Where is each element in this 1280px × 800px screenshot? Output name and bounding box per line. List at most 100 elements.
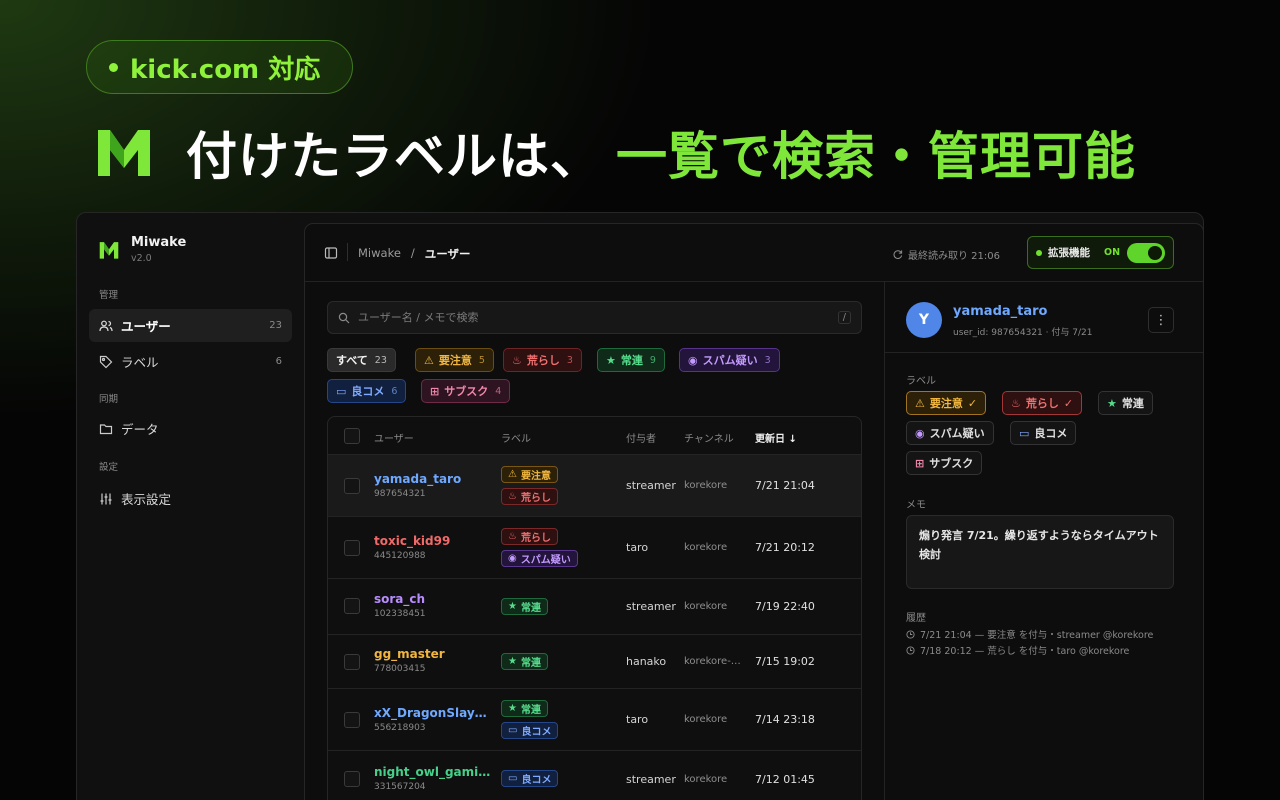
filter-spam[interactable]: ◉ スパム疑い 3 — [679, 348, 780, 372]
gift-icon: ⊞ — [430, 384, 440, 398]
detail-history-title: 履歴 — [906, 613, 926, 624]
last-read-status: 最終読み取り 21:06 — [892, 247, 1000, 262]
row-giver: streamer — [626, 773, 676, 786]
extension-status-dot — [1036, 249, 1042, 256]
filter-rough[interactable]: ♨ 荒らし 3 — [503, 348, 582, 372]
sidebar-item-users[interactable]: ユーザー 23 — [89, 309, 292, 342]
filter-label: 良コメ — [351, 385, 385, 398]
label-tag-text: スパム疑い — [520, 555, 571, 566]
row-date: 7/21 21:04 — [755, 479, 815, 492]
detail-label-good-comment[interactable]: ▭ 良コメ — [1010, 421, 1077, 445]
column-channel[interactable]: チャンネル — [684, 430, 734, 445]
history-item: 7/21 21:04 — 要注意 を付与・streamer @korekore — [906, 627, 1153, 641]
detail-label-regular[interactable]: ★ 常連 — [1098, 391, 1153, 415]
eye-icon: ◉ — [508, 553, 517, 564]
row-date: 7/19 22:40 — [755, 600, 815, 613]
detail-label-text: スパム疑い — [929, 427, 985, 440]
filter-label: サブスク — [444, 385, 489, 398]
row-user-id: 445120988 — [374, 551, 426, 561]
table-header: ユーザー ラベル 付与者 チャンネル 更新日 ↓ — [328, 417, 861, 455]
row-checkbox[interactable] — [344, 598, 360, 614]
sidebar-item-display-settings[interactable]: 表示設定 — [89, 482, 292, 515]
table-row[interactable]: toxic_kid99 445120988 ♨ 荒らし ◉ スパム疑い taro k… — [328, 517, 861, 579]
table-row[interactable]: sora_ch 102338451 ★ 常連 streamer korekore … — [328, 579, 861, 635]
row-date: 7/14 23:18 — [755, 713, 815, 726]
comment-icon: ▭ — [508, 725, 518, 736]
filter-count: 5 — [478, 354, 485, 366]
avatar: Y — [906, 302, 942, 338]
label-tag-text: 良コメ — [521, 775, 552, 786]
row-user-id: 331567204 — [374, 782, 426, 792]
sidebar-item-count: 6 — [275, 356, 282, 367]
row-labels: ★ 常連 — [501, 598, 548, 615]
row-channel: korekore — [684, 542, 728, 553]
sidebar: Miwake v2.0 管理 ユーザー 23 ラベル 6 同期 データ 設定 表… — [77, 213, 304, 800]
column-updated[interactable]: 更新日 ↓ — [755, 430, 797, 445]
breadcrumb-current: ユーザー — [424, 247, 471, 261]
breadcrumb-separator: / — [410, 246, 415, 260]
column-giver[interactable]: 付与者 — [626, 430, 656, 445]
filter-label: すべて — [336, 354, 368, 367]
warning-icon: ⚠ — [508, 469, 517, 480]
row-username[interactable]: gg_master — [374, 647, 490, 661]
table-row[interactable]: xX_DragonSlaye… 556218903 ★ 常連 ▭ 良コメ taro … — [328, 689, 861, 751]
gift-icon: ⊞ — [915, 456, 925, 470]
breadcrumb: Miwake / ユーザー — [358, 246, 471, 262]
user-detail-pane: Y yamada_taro user_id: 987654321 · 付与 7/… — [884, 282, 1203, 800]
comment-icon: ▭ — [508, 773, 518, 784]
row-checkbox[interactable] — [344, 540, 360, 556]
detail-memo-title: メモ — [906, 500, 926, 511]
headline: 付けたラベルは、 一覧で検索・管理可能 — [96, 118, 1136, 187]
row-username[interactable]: toxic_kid99 — [374, 534, 490, 548]
label-tag-text: 荒らし — [520, 533, 551, 544]
app-name: Miwake — [131, 235, 187, 250]
star-icon: ★ — [508, 601, 517, 612]
extension-switch[interactable] — [1127, 242, 1165, 263]
row-checkbox[interactable] — [344, 712, 360, 728]
row-labels: ♨ 荒らし ◉ スパム疑い — [501, 528, 578, 567]
table-row[interactable]: yamada_taro 987654321 ⚠ 要注意 ♨ 荒らし streamer… — [328, 455, 861, 517]
table-row[interactable]: night_owl_gaming 331567204 ▭ 良コメ streamer… — [328, 751, 861, 800]
sidebar-toggle-icon[interactable] — [324, 245, 338, 264]
sidebar-item-labels[interactable]: ラベル 6 — [89, 345, 292, 378]
detail-username: yamada_taro — [953, 304, 1048, 319]
row-checkbox[interactable] — [344, 478, 360, 494]
row-checkbox[interactable] — [344, 771, 360, 787]
check-icon: ✓ — [1063, 396, 1074, 410]
breadcrumb-root[interactable]: Miwake — [358, 246, 401, 262]
filter-good-comment[interactable]: ▭ 良コメ 6 — [327, 379, 407, 403]
detail-label-text: 要注意 — [929, 397, 963, 410]
sidebar-item-label: ラベル — [121, 355, 159, 370]
filter-all[interactable]: すべて 23 — [327, 348, 396, 372]
search-input[interactable] — [358, 311, 830, 324]
label-tag-good-comment: ▭ 良コメ — [501, 770, 559, 787]
sidebar-item-data[interactable]: データ — [89, 412, 292, 445]
row-username[interactable]: yamada_taro — [374, 472, 490, 486]
column-user[interactable]: ユーザー — [374, 430, 414, 445]
detail-label-spam[interactable]: ◉ スパム疑い — [906, 421, 994, 445]
table-row[interactable]: gg_master 778003415 ★ 常連 hanako korekore-… — [328, 635, 861, 689]
memo-field[interactable]: 煽り発言 7/21。繰り返すようならタイムアウト検討 — [906, 515, 1174, 589]
section-manage: 管理 — [99, 290, 119, 301]
sliders-icon — [99, 492, 113, 506]
column-label[interactable]: ラベル — [501, 430, 531, 445]
more-options-button[interactable]: ⋮ — [1148, 307, 1174, 333]
filter-count: 9 — [649, 354, 656, 366]
row-username[interactable]: xX_DragonSlaye… — [374, 706, 490, 720]
compatibility-badge: kick.com 対応 — [86, 40, 353, 94]
filter-caution[interactable]: ⚠ 要注意 5 — [415, 348, 494, 372]
headline-white: 付けたラベルは、 — [186, 128, 603, 187]
select-all-checkbox[interactable] — [344, 428, 360, 444]
eye-icon: ◉ — [688, 353, 698, 367]
filter-regular[interactable]: ★ 常連 9 — [597, 348, 665, 372]
badge-dot — [109, 62, 118, 72]
row-username[interactable]: sora_ch — [374, 592, 490, 606]
row-checkbox[interactable] — [344, 654, 360, 670]
history-text: 7/18 20:12 — 荒らし を付与・taro @korekore — [920, 646, 1130, 657]
filter-subscription[interactable]: ⊞ サブスク 4 — [421, 379, 511, 403]
row-giver: hanako — [626, 655, 667, 668]
row-username[interactable]: night_owl_gaming — [374, 765, 494, 779]
detail-label-caution[interactable]: ⚠ 要注意 ✓ — [906, 391, 987, 415]
detail-label-subscription[interactable]: ⊞ サブスク — [906, 451, 983, 475]
detail-label-rough[interactable]: ♨ 荒らし ✓ — [1002, 391, 1083, 415]
